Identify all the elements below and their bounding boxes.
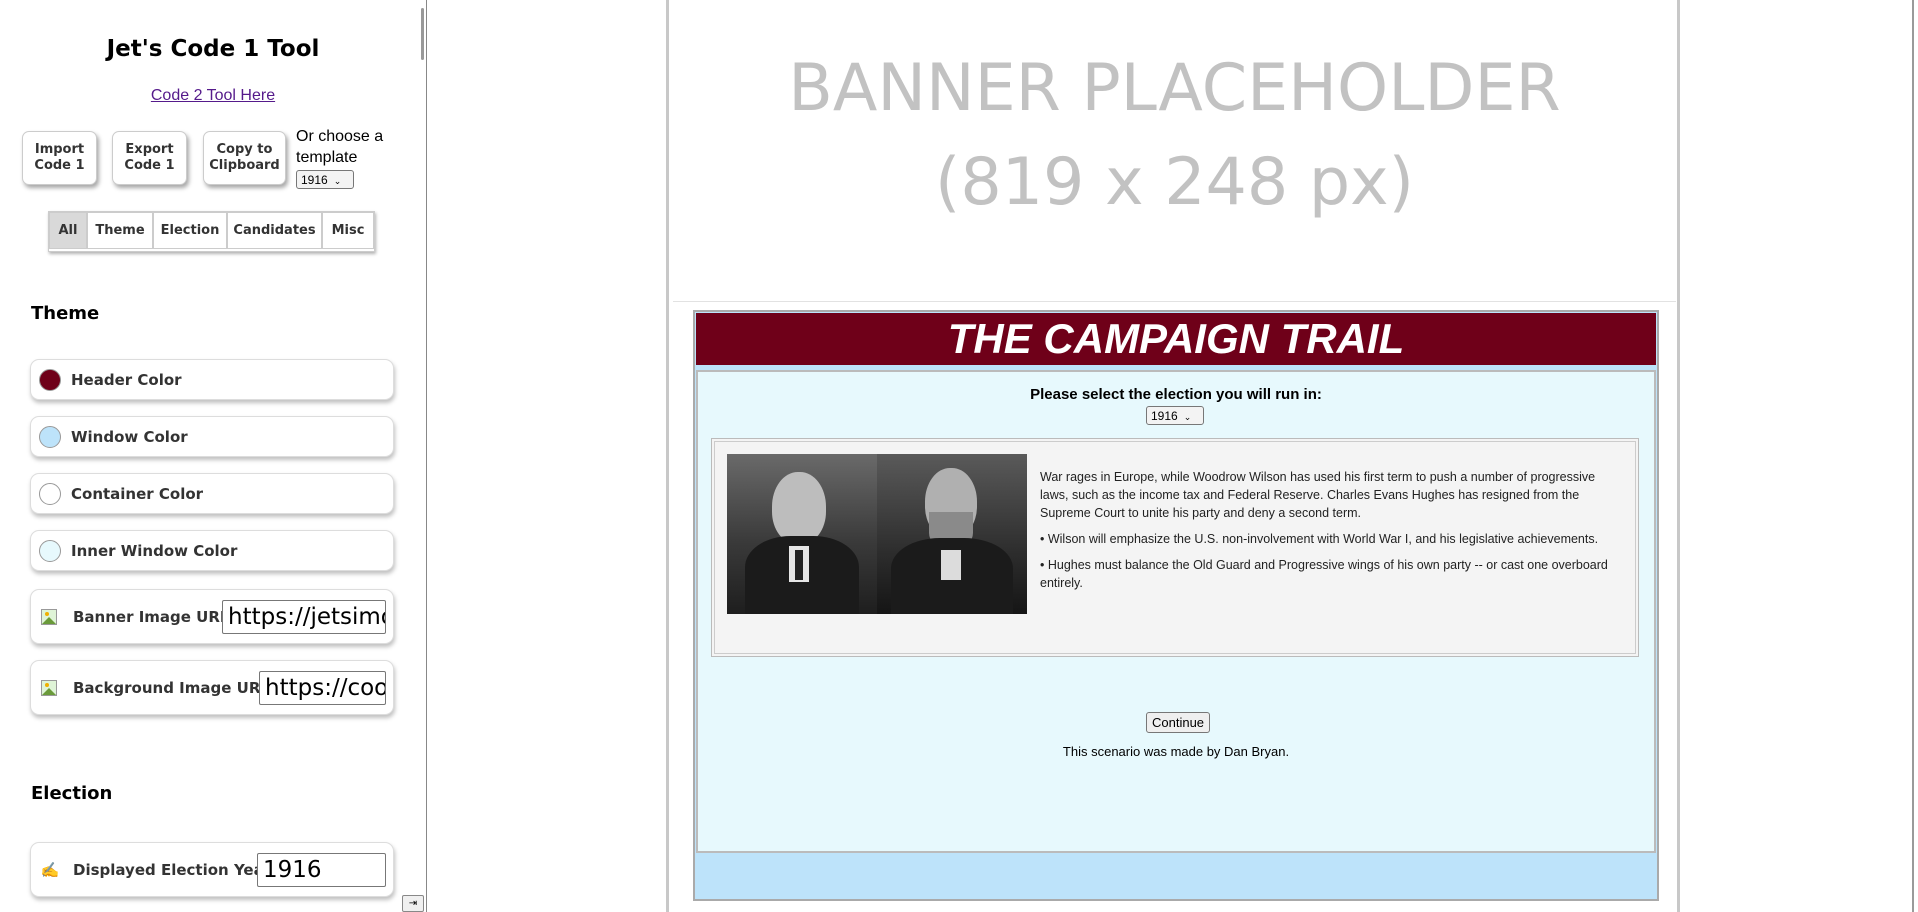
inner-window-color-setting[interactable]: Inner Window Color <box>30 530 394 571</box>
filter-tabs: All Theme Election Candidates Misc <box>48 211 375 252</box>
candidate-photo-wilson <box>727 454 877 614</box>
banner-placeholder: BANNER PLACEHOLDER (819 x 248 px) <box>673 0 1676 302</box>
export-code1-button[interactable]: Export Code 1 <box>112 131 187 185</box>
banner-image-url-input[interactable]: https://jetsimo <box>222 599 386 634</box>
election-description: War rages in Europe, while Woodrow Wilso… <box>1040 468 1620 600</box>
header-color-swatch[interactable] <box>39 368 61 391</box>
description-bullet-wilson: • Wilson will emphasize the U.S. non-inv… <box>1040 532 1599 546</box>
window-color-swatch[interactable] <box>39 425 61 448</box>
election-select-value: 1916 <box>1151 409 1178 423</box>
election-section-heading: Election <box>31 783 113 804</box>
inner-window-color-label: Inner Window Color <box>71 541 238 560</box>
collapse-arrow-icon: ⇥ <box>408 898 418 909</box>
background-image-url-label: Background Image URL <box>73 678 270 697</box>
background-image-url-setting: Background Image URL https://coo <box>30 660 394 715</box>
chevron-down-icon: ⌄ <box>333 176 342 186</box>
election-description-container: War rages in Europe, while Woodrow Wilso… <box>711 438 1639 657</box>
displayed-election-year-label: Displayed Election Year <box>73 860 272 879</box>
image-icon <box>41 608 57 625</box>
image-icon <box>41 679 57 696</box>
template-select-value: 1916 <box>301 173 328 187</box>
import-code1-button[interactable]: Import Code 1 <box>22 131 97 185</box>
election-select-prompt: Please select the election you will run … <box>1030 386 1322 403</box>
filter-candidates-button[interactable]: Candidates <box>227 212 322 249</box>
filter-all-button[interactable]: All <box>49 212 87 249</box>
filter-theme-button[interactable]: Theme <box>87 212 153 249</box>
game-window: THE CAMPAIGN TRAIL Please select the ele… <box>693 310 1659 901</box>
writing-hand-icon: ✍ <box>40 861 60 879</box>
banner-line-2: (819 x 248 px) <box>934 145 1415 220</box>
description-intro: War rages in Europe, while Woodrow Wilso… <box>1040 470 1596 520</box>
filter-election-button[interactable]: Election <box>153 212 227 249</box>
inner-window-color-swatch[interactable] <box>39 539 61 562</box>
collapse-sidebar-button[interactable]: ⇥ <box>402 895 424 912</box>
template-label: Or choose a template <box>296 128 384 166</box>
banner-line-1: BANNER PLACEHOLDER <box>788 51 1561 126</box>
candidate-photo-hughes <box>877 454 1027 614</box>
displayed-election-year-input[interactable]: 1916 <box>257 852 386 887</box>
container-color-setting[interactable]: Container Color <box>30 473 394 514</box>
preview-frame: BANNER PLACEHOLDER (819 x 248 px) THE CA… <box>666 0 1680 912</box>
banner-image-url-label: Banner Image URL <box>73 607 230 626</box>
code2-tool-link[interactable]: Code 2 Tool Here <box>0 87 426 105</box>
scenario-credit: This scenario was made by Dan Bryan. <box>1062 744 1290 759</box>
window-color-label: Window Color <box>71 427 188 446</box>
game-header-title: THE CAMPAIGN TRAIL <box>696 313 1656 365</box>
template-select[interactable]: 1916 ⌄ <box>296 170 354 189</box>
sidebar: Jet's Code 1 Tool Code 2 Tool Here Impor… <box>0 0 427 912</box>
copy-to-clipboard-button[interactable]: Copy to Clipboard <box>203 131 286 185</box>
banner-image-url-setting: Banner Image URL https://jetsimo <box>30 589 394 644</box>
theme-section-heading: Theme <box>31 303 100 324</box>
filter-misc-button[interactable]: Misc <box>322 212 374 249</box>
inner-window: Please select the election you will run … <box>696 370 1656 853</box>
continue-button[interactable]: Continue <box>1146 712 1211 733</box>
container-color-swatch[interactable] <box>39 482 61 505</box>
page-scrollbar[interactable] <box>1912 0 1914 912</box>
header-color-label: Header Color <box>71 370 182 389</box>
background-image-url-input[interactable]: https://coo <box>259 670 386 705</box>
description-bullet-hughes: • Hughes must balance the Old Guard and … <box>1040 558 1608 590</box>
tool-title: Jet's Code 1 Tool <box>106 36 320 62</box>
window-color-setting[interactable]: Window Color <box>30 416 394 457</box>
header-color-setting[interactable]: Header Color <box>30 359 394 400</box>
displayed-election-year-setting: ✍ Displayed Election Year 1916 <box>30 842 394 897</box>
container-color-label: Container Color <box>71 484 204 503</box>
chevron-down-icon: ⌄ <box>1183 412 1192 422</box>
candidate-photos-image <box>727 454 1027 614</box>
election-select[interactable]: 1916 ⌄ <box>1146 406 1204 425</box>
